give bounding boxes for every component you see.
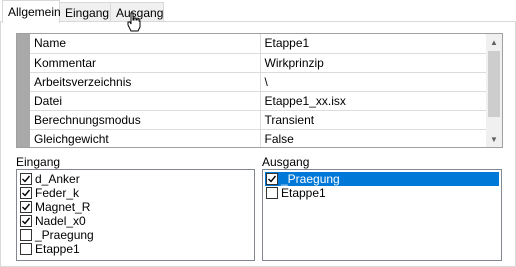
list-item-label: Magnet_R xyxy=(35,200,91,214)
grid-row-header-gutter xyxy=(17,34,30,147)
property-value[interactable]: Etappe1 xyxy=(260,34,488,54)
scrollbar-thumb[interactable] xyxy=(488,51,500,117)
checkbox-icon[interactable] xyxy=(20,243,32,255)
list-item-label: Etappe1 xyxy=(35,242,80,256)
checkbox-checked-icon[interactable] xyxy=(20,173,32,185)
scroll-up-icon[interactable]: ▲ xyxy=(486,34,502,50)
checkbox-icon[interactable] xyxy=(20,229,32,241)
ausgang-label: Ausgang xyxy=(262,155,310,169)
list-item[interactable]: Feder_k xyxy=(19,186,252,200)
tab-strip: Allgemein Eingang Ausgang xyxy=(0,0,516,23)
property-value[interactable]: Wirkprinzip xyxy=(260,53,488,73)
property-key: Datei xyxy=(30,91,261,111)
property-row[interactable]: Arbeitsverzeichnis \ xyxy=(30,72,488,92)
scroll-down-icon[interactable]: ▼ xyxy=(486,131,502,147)
property-row[interactable]: Kommentar Wirkprinzip xyxy=(30,53,488,73)
eingang-label: Eingang xyxy=(16,155,61,169)
property-key: Kommentar xyxy=(30,53,261,73)
property-value[interactable]: False xyxy=(260,129,488,147)
list-item-label: Etappe1 xyxy=(281,186,326,200)
property-key: Berechnungsmodus xyxy=(30,110,261,130)
list-item-label: d_Anker xyxy=(35,172,80,186)
property-row[interactable]: Berechnungsmodus Transient xyxy=(30,110,488,130)
property-value[interactable]: Transient xyxy=(260,110,488,130)
property-value[interactable]: \ xyxy=(260,72,488,92)
checkbox-icon[interactable] xyxy=(266,187,278,199)
property-key: Gleichgewicht xyxy=(30,129,261,147)
property-grid[interactable]: Name Etappe1 Kommentar Wirkprinzip Arbeitsve… xyxy=(16,33,503,148)
property-key: Arbeitsverzeichnis xyxy=(30,72,261,92)
list-item-label: Feder_k xyxy=(35,186,80,200)
list-item-label: Nadel_x0 xyxy=(35,214,86,228)
list-item-label: _Praegung xyxy=(35,228,94,242)
property-row[interactable]: Gleichgewicht False xyxy=(30,129,488,147)
eingang-checklist[interactable]: d_Anker Feder_k Magnet_R Nadel_x0 _Praegung E… xyxy=(16,169,255,261)
list-item[interactable]: d_Anker xyxy=(19,172,252,186)
checkbox-checked-icon[interactable] xyxy=(266,173,278,185)
list-item[interactable]: Nadel_x0 xyxy=(19,214,252,228)
list-item-label: _Praegung xyxy=(281,172,340,186)
property-row[interactable]: Name Etappe1 xyxy=(30,34,488,54)
checkbox-checked-icon[interactable] xyxy=(20,201,32,213)
list-item[interactable]: Etappe1 xyxy=(19,242,252,256)
list-item[interactable]: _Praegung xyxy=(265,172,499,186)
property-key: Name xyxy=(30,34,261,54)
list-item[interactable]: _Praegung xyxy=(19,228,252,242)
property-table: Name Etappe1 Kommentar Wirkprinzip Arbeitsve… xyxy=(30,34,488,147)
list-item[interactable]: Magnet_R xyxy=(19,200,252,214)
list-item[interactable]: Etappe1 xyxy=(265,186,499,200)
checkbox-checked-icon[interactable] xyxy=(20,187,32,199)
vertical-scrollbar[interactable]: ▲ ▼ xyxy=(486,34,502,147)
ausgang-checklist[interactable]: _Praegung Etappe1 xyxy=(262,169,502,261)
tab-allgemein[interactable]: Allgemein xyxy=(2,0,61,23)
hand-cursor-icon xyxy=(127,12,141,32)
property-value[interactable]: Etappe1_xx.isx xyxy=(260,91,488,111)
checkbox-checked-icon[interactable] xyxy=(20,215,32,227)
property-row[interactable]: Datei Etappe1_xx.isx xyxy=(30,91,488,111)
tab-eingang[interactable]: Eingang xyxy=(59,2,111,22)
